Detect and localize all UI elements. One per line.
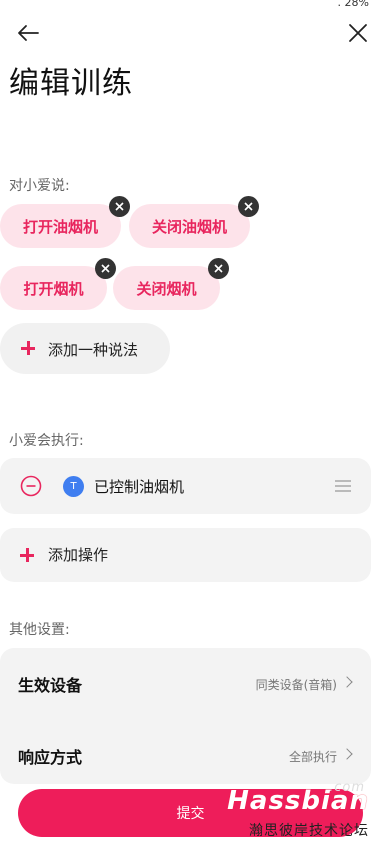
watermark-main: Hassbian — [227, 786, 369, 816]
delete-icon[interactable] — [208, 258, 229, 279]
close-icon[interactable] — [345, 20, 371, 46]
utterance-chip-label: 打开烟机 — [23, 279, 84, 298]
add-action-label: 添加操作 — [48, 546, 109, 564]
watermark-sub: 瀚思彼岸技术论坛 — [249, 823, 369, 839]
utterance-chip-label: 关闭烟机 — [136, 279, 197, 298]
chevron-right-icon — [341, 748, 353, 760]
add-action-button[interactable]: 添加操作 — [0, 528, 371, 582]
utterance-chip[interactable]: 关闭油烟机 — [129, 196, 259, 248]
plus-icon — [21, 341, 35, 355]
setting-value: 全部执行 — [288, 750, 337, 764]
delete-icon[interactable] — [109, 196, 130, 217]
setting-row-response[interactable]: 响应方式 全部执行 — [0, 726, 371, 786]
setting-row-device[interactable]: 生效设备 同类设备(音箱) — [0, 654, 371, 714]
page-title: 编辑训练 — [9, 66, 133, 101]
add-utterance-button[interactable]: 添加一种说法 — [0, 323, 170, 374]
remove-circle-icon[interactable] — [20, 475, 42, 497]
watermark: .com Hassbian 瀚思彼岸技术论坛 — [219, 780, 369, 844]
device-badge-icon: T — [63, 476, 84, 497]
utterance-section-label: 对小爱说: — [9, 178, 70, 194]
drag-handle-icon[interactable] — [335, 480, 351, 492]
utterance-chip[interactable]: 关闭烟机 — [113, 258, 229, 310]
status-battery: ⁚ 28% — [337, 0, 369, 9]
submit-label: 提交 — [176, 806, 205, 822]
delete-icon[interactable] — [95, 258, 116, 279]
back-arrow-icon[interactable] — [14, 20, 42, 46]
action-row[interactable]: T 已控制油烟机 — [0, 458, 371, 514]
utterance-chip[interactable]: 打开油烟机 — [0, 196, 130, 248]
add-utterance-label: 添加一种说法 — [48, 341, 139, 359]
other-settings-label: 其他设置: — [9, 622, 70, 638]
utterance-chip[interactable]: 打开烟机 — [0, 258, 116, 310]
action-section-label: 小爱会执行: — [9, 433, 84, 449]
utterance-chip-label: 关闭油烟机 — [151, 217, 227, 236]
settings-card: 生效设备 同类设备(音箱) 响应方式 全部执行 — [0, 648, 371, 784]
plus-icon — [20, 548, 34, 562]
chevron-right-icon — [341, 676, 353, 688]
setting-label: 生效设备 — [18, 676, 83, 695]
setting-label: 响应方式 — [18, 748, 83, 767]
setting-value: 同类设备(音箱) — [255, 678, 337, 692]
delete-icon[interactable] — [238, 196, 259, 217]
utterance-chip-label: 打开油烟机 — [22, 217, 98, 236]
action-label: 已控制油烟机 — [94, 478, 185, 496]
